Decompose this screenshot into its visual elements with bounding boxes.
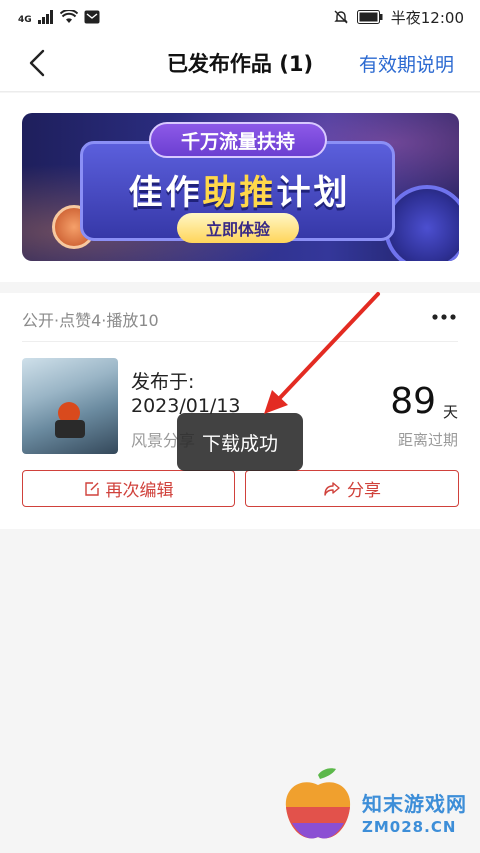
banner-try-button[interactable]: 立即体验 bbox=[177, 213, 299, 243]
edit-again-button[interactable]: 再次编辑 bbox=[22, 470, 235, 507]
work-stats: 公开·点赞4·播放10 bbox=[22, 311, 159, 330]
validity-info-link[interactable]: 有效期说明 bbox=[359, 50, 454, 77]
promo-banner[interactable]: 千万流量扶持 佳作助推计划 立即体验 bbox=[22, 113, 459, 261]
days-remaining: 89 bbox=[390, 381, 436, 422]
share-button[interactable]: 分享 bbox=[245, 470, 459, 507]
mute-icon bbox=[334, 10, 348, 24]
more-options-button[interactable] bbox=[432, 307, 456, 323]
work-card: 公开·点赞4·播放10 发布于: 2023/01/13 风景分享 89 天 距离… bbox=[0, 293, 480, 529]
share-icon bbox=[324, 481, 340, 496]
battery-icon bbox=[356, 10, 383, 24]
signal-icon bbox=[37, 10, 53, 24]
watermark-name: 知末游戏网 bbox=[362, 792, 467, 816]
banner-title: 佳作助推计划 bbox=[128, 173, 351, 213]
wifi-icon bbox=[59, 10, 78, 23]
more-dots-icon bbox=[432, 314, 456, 320]
watermark-url: ZM028.CN bbox=[362, 818, 457, 836]
divider bbox=[22, 341, 458, 342]
banner-top-label: 千万流量扶持 bbox=[149, 122, 327, 158]
edit-icon bbox=[84, 481, 99, 496]
published-label: 发布于: bbox=[131, 371, 195, 393]
watermark-logo-icon bbox=[285, 768, 351, 839]
clock: 半夜12:00 bbox=[390, 8, 464, 27]
nav-bar: 已发布作品 (1) 有效期说明 bbox=[0, 34, 480, 92]
banner-section: 千万流量扶持 佳作助推计划 立即体验 bbox=[0, 93, 480, 282]
days-unit: 天 bbox=[442, 403, 458, 421]
download-success-toast: 下载成功 bbox=[177, 413, 303, 471]
status-bar: 4G 半夜12:00 bbox=[0, 0, 480, 34]
network-label: 4G bbox=[18, 15, 32, 25]
notification-icon bbox=[84, 10, 100, 24]
days-caption: 距离过期 bbox=[397, 431, 458, 449]
work-thumbnail[interactable] bbox=[22, 358, 118, 454]
